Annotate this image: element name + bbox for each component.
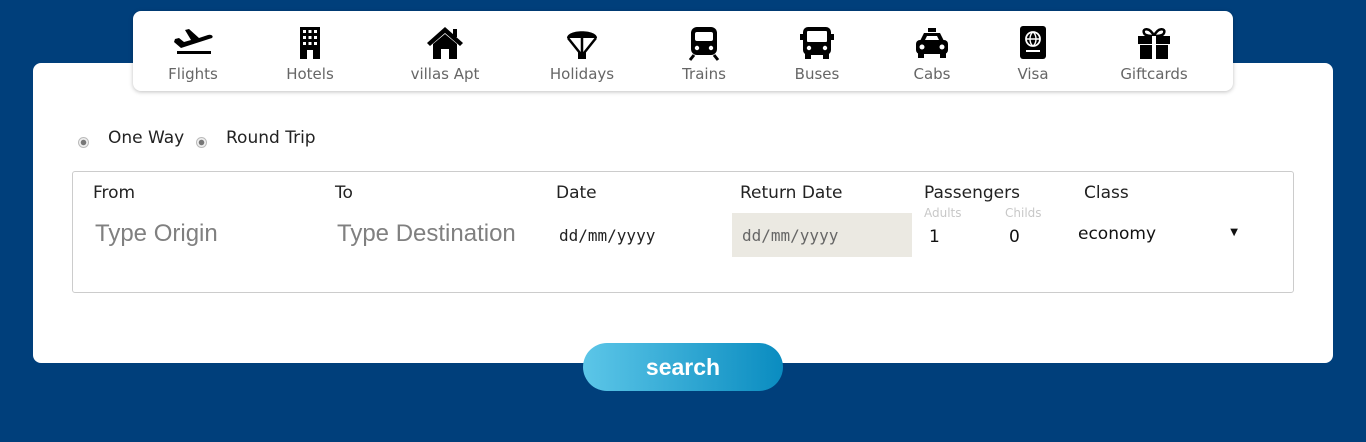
nav-item-buses[interactable]: Buses xyxy=(762,25,872,83)
house-icon xyxy=(423,25,467,61)
nav-item-cabs[interactable]: Cabs xyxy=(877,25,987,83)
parachute-icon xyxy=(560,25,604,61)
nav-item-hotels[interactable]: Hotels xyxy=(255,25,365,83)
bus-icon xyxy=(795,25,839,61)
chevron-down-icon: ▼ xyxy=(1230,227,1238,238)
gift-icon xyxy=(1132,25,1176,61)
flight-search-form: From To Date Return Date Passengers Adul… xyxy=(72,171,1294,293)
round-trip-label: Round Trip xyxy=(226,128,316,148)
adults-input[interactable] xyxy=(929,227,989,247)
nav-label: Hotels xyxy=(286,65,334,83)
childs-input[interactable] xyxy=(1009,227,1069,247)
taxi-icon xyxy=(910,25,954,61)
origin-input[interactable] xyxy=(95,214,315,254)
childs-label: Childs xyxy=(1005,206,1042,220)
passengers-label: Passengers xyxy=(924,183,1020,203)
class-selected-value: economy xyxy=(1078,224,1157,244)
round-trip-radio[interactable] xyxy=(196,137,207,148)
departure-date-input[interactable] xyxy=(557,213,727,257)
to-label: To xyxy=(335,183,353,203)
train-icon xyxy=(682,25,726,61)
nav-item-giftcards[interactable]: Giftcards xyxy=(1099,25,1209,83)
one-way-label: One Way xyxy=(108,128,185,148)
nav-item-trains[interactable]: Trains xyxy=(649,25,759,83)
return-date-input[interactable] xyxy=(732,213,912,257)
nav-item-visa[interactable]: Visa xyxy=(978,25,1088,83)
class-select[interactable]: economy ▼ xyxy=(1078,222,1238,248)
nav-label: Visa xyxy=(1017,65,1049,83)
from-label: From xyxy=(93,183,136,203)
nav-label: Holidays xyxy=(549,65,615,83)
nav-item-flights[interactable]: Flights xyxy=(138,25,248,83)
nav-label: Cabs xyxy=(913,65,951,83)
class-label: Class xyxy=(1084,183,1129,203)
nav-label: villas Apt xyxy=(410,65,480,83)
service-nav: Flights Hotels villas Apt Holidays Train… xyxy=(133,11,1233,91)
passport-icon xyxy=(1011,25,1055,61)
one-way-radio[interactable] xyxy=(78,137,89,148)
nav-label: Flights xyxy=(168,65,218,83)
nav-item-villas[interactable]: villas Apt xyxy=(390,25,500,83)
destination-input[interactable] xyxy=(337,214,537,254)
search-button[interactable]: search xyxy=(583,343,783,391)
adults-label: Adults xyxy=(924,206,962,220)
nav-label: Trains xyxy=(682,65,726,83)
hotel-building-icon xyxy=(288,25,332,61)
date-label: Date xyxy=(556,183,597,203)
nav-label: Buses xyxy=(794,65,840,83)
nav-item-holidays[interactable]: Holidays xyxy=(527,25,637,83)
airplane-icon xyxy=(171,25,215,61)
nav-label: Giftcards xyxy=(1120,65,1188,83)
return-date-label: Return Date xyxy=(740,183,843,203)
